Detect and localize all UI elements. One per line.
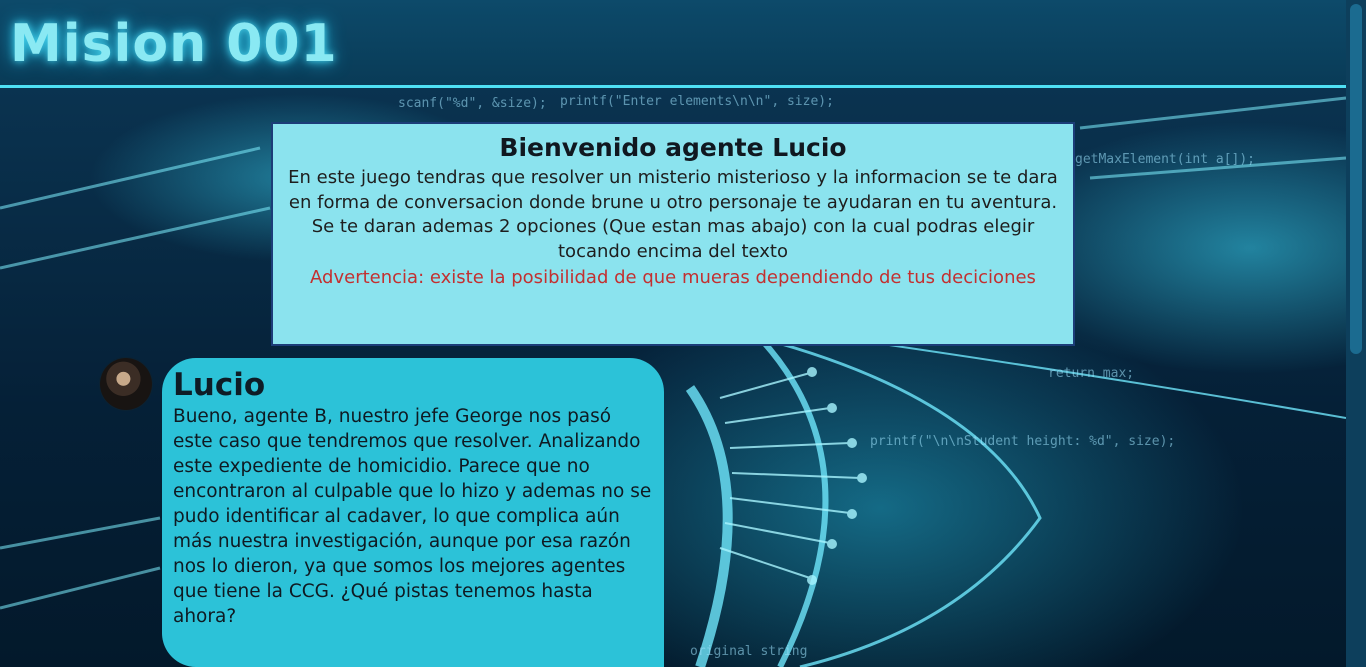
- welcome-heading: Bienvenido agente Lucio: [499, 133, 847, 162]
- scrollbar[interactable]: [1346, 0, 1366, 667]
- scrollbar-thumb[interactable]: [1350, 4, 1362, 354]
- code-snippet: original string: [690, 644, 808, 659]
- page-header: Mision 001: [0, 0, 1366, 88]
- welcome-description: En este juego tendras que resolver un mi…: [288, 167, 1058, 262]
- warning-text: Advertencia: existe la posibilidad de qu…: [310, 267, 1036, 288]
- page-title: Mision 001: [10, 14, 338, 74]
- code-snippet: printf("Enter elements\n\n", size);: [560, 94, 834, 109]
- code-snippet: scanf("%d", &size);: [398, 96, 547, 111]
- dialogue-message: Bueno, agente B, nuestro jefe George nos…: [173, 406, 652, 627]
- code-snippet: return max;: [1048, 366, 1135, 381]
- avatar: [100, 358, 152, 410]
- code-snippet: printf("\n\nStudent height: %d", size);: [870, 434, 1176, 449]
- welcome-panel: Bienvenido agente Lucio En este juego te…: [271, 122, 1075, 346]
- speaker-name: Lucio: [173, 367, 266, 403]
- code-snippet: getMaxElement(int a[]);: [1075, 152, 1256, 167]
- dialogue-bubble[interactable]: Lucio Bueno, agente B, nuestro jefe Geor…: [162, 358, 664, 667]
